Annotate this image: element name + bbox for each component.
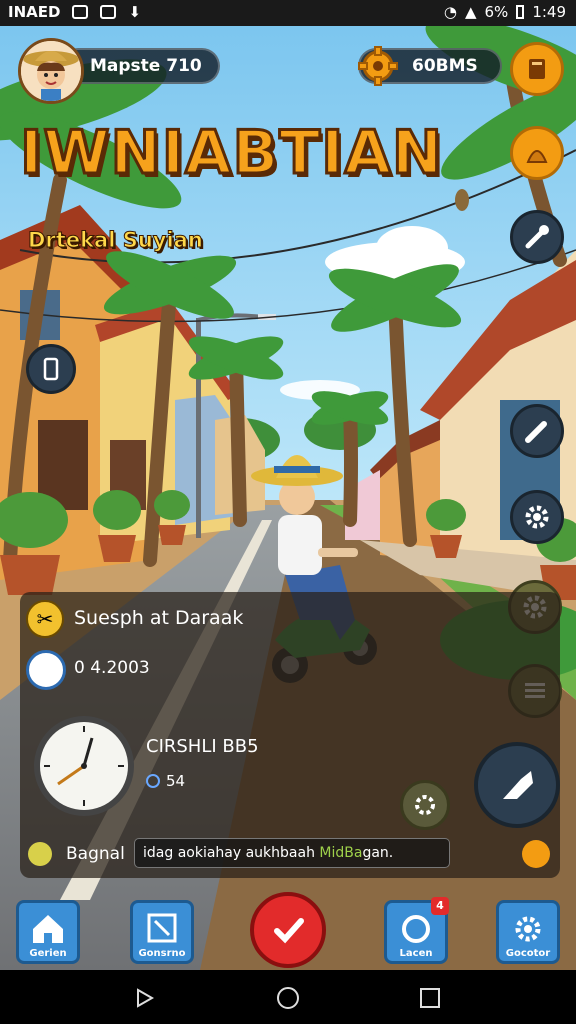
book-icon (529, 59, 545, 79)
favorite-button[interactable] (250, 892, 326, 968)
gear-icon (415, 795, 435, 815)
signal-icon: ▲ (464, 3, 477, 21)
tool-button[interactable] (510, 210, 564, 264)
battery-icon (516, 5, 525, 19)
download-icon: ⬇ (128, 3, 142, 21)
battery-label: 6% (484, 3, 509, 21)
pencil-icon (525, 421, 547, 443)
phone-icon (43, 357, 59, 381)
quest-title: Suesph at Daraak (74, 607, 244, 629)
mail-icon (100, 5, 117, 19)
clock-label: 1:49 (532, 3, 566, 21)
nav-settings-button[interactable]: Gocotor (496, 900, 560, 964)
notification-icon (72, 5, 89, 19)
nav-map-label: Gonsrno (138, 948, 186, 959)
carrier-label: INAED (8, 3, 61, 21)
chat-message-highlight: MidBa (319, 845, 363, 861)
home-circle-icon (277, 987, 299, 1009)
hand-icon (503, 771, 533, 799)
chat-message-text: idag aokiahay aukhbaah (143, 845, 320, 861)
bag-button[interactable] (510, 126, 564, 180)
settings-gear-button[interactable] (510, 490, 564, 544)
settings-icon (515, 916, 541, 942)
avatar-face-icon (21, 41, 81, 101)
gear-coin-icon (358, 46, 398, 86)
nav-home-label: Gerien (29, 948, 67, 959)
bottom-nav: Gerien Gonsrno Lacen 4 Gocotor (0, 888, 576, 972)
timer-small-icon (146, 774, 160, 788)
status-bar: INAED ⬇ ◔ ▲ 6% 1:49 (0, 0, 576, 26)
player-name-pill[interactable]: Mapste 710 (60, 48, 220, 84)
chat-message-box[interactable]: idag aokiahay aukhbaah MidBagan. (134, 838, 450, 868)
nav-home-button[interactable]: Gerien (16, 900, 80, 964)
system-nav-bar (0, 972, 576, 1024)
footer-label: Bagnal (66, 844, 125, 864)
status-dot-icon (28, 842, 52, 866)
recents-icon (420, 988, 440, 1008)
nav-ring-button[interactable]: Lacen 4 (384, 897, 449, 964)
nav-settings-label: Gocotor (505, 948, 551, 959)
player-avatar[interactable] (18, 38, 84, 104)
wifi-icon: ◔ (443, 3, 457, 21)
wrench-icon (525, 225, 549, 249)
edit-button[interactable] (510, 404, 564, 458)
scissors-icon: ✂ (26, 600, 64, 638)
quest-panel: ✂ Suesph at Daraak 0 4.2003 CIRSHLI BB5 … (20, 592, 560, 878)
nav-ring-label: Lacen (399, 948, 433, 959)
nav-map-button[interactable]: Gonsrno (130, 900, 194, 964)
map-icon (147, 913, 177, 943)
game-subtitle: Drtekal Suyian (28, 228, 204, 253)
clock-dial-icon (32, 714, 136, 818)
panel-gear-button[interactable] (400, 780, 450, 830)
ring-badge: 4 (431, 897, 449, 915)
timer-label: CIRSHLI BB5 (146, 736, 259, 757)
home-icon (33, 915, 63, 943)
heart-check-icon (274, 918, 304, 944)
back-icon (137, 988, 155, 1008)
phone-button[interactable] (26, 344, 76, 394)
compass-icon (26, 650, 66, 690)
gear-icon (525, 505, 549, 529)
quest-value: 0 4.2003 (74, 658, 150, 678)
shop-button[interactable] (510, 42, 564, 96)
cookie-icon (522, 840, 550, 868)
game-title: IWNIABTIAN (18, 117, 444, 190)
timer-value: 54 (166, 772, 186, 790)
action-button[interactable] (474, 742, 560, 828)
coins-value: 60BMS (412, 56, 478, 76)
bag-icon (526, 150, 548, 163)
chat-message-tail: gan. (362, 845, 394, 861)
player-name: Mapste 710 (90, 56, 202, 76)
game-scene: INAED ⬇ ◔ ▲ 6% 1:49 Mapste 710 60BMS IWN… (0, 0, 576, 1024)
